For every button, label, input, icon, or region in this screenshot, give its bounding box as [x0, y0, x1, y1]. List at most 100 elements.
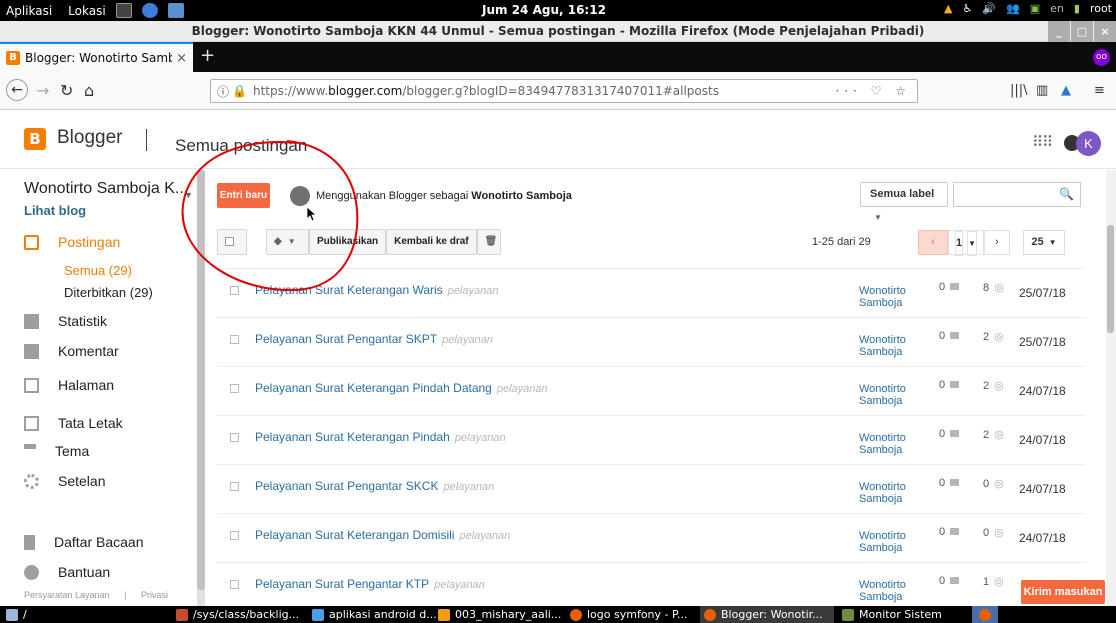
- info-icon[interactable]: ⓘ: [217, 83, 229, 100]
- comment-count[interactable]: 0: [939, 575, 960, 587]
- brand-name[interactable]: Blogger: [57, 127, 123, 149]
- row-checkbox[interactable]: [230, 384, 239, 393]
- task-image[interactable]: aplikasi android d...: [312, 606, 437, 623]
- table-row[interactable]: Pelayanan Surat Keterangan Pindah Datang…: [217, 366, 1085, 415]
- account-avatar[interactable]: K: [1076, 131, 1101, 156]
- sidebar-item-pages[interactable]: Halaman: [24, 374, 114, 396]
- task-media-player[interactable]: 003_mishary_aali...: [438, 606, 561, 623]
- reload-button[interactable]: ↻: [60, 81, 73, 100]
- post-author[interactable]: Wonotirto Samboja: [859, 383, 906, 407]
- minimize-icon[interactable]: _: [1048, 21, 1070, 42]
- user-menu[interactable]: root: [1090, 2, 1112, 15]
- post-title-link[interactable]: Pelayanan Surat Keterangan Pindah pelayan…: [255, 430, 506, 444]
- revert-to-draft-button[interactable]: Kembali ke draf: [386, 229, 477, 255]
- hamburger-menu-icon[interactable]: ≡: [1094, 83, 1105, 98]
- send-feedback-button[interactable]: Kirim masukan: [1021, 580, 1105, 604]
- table-row[interactable]: Pelayanan Surat Pengantar SKPT pelayanan W…: [217, 317, 1085, 366]
- maximize-icon[interactable]: □: [1071, 21, 1093, 42]
- comment-count[interactable]: 0: [939, 379, 960, 391]
- post-author[interactable]: Wonotirto Samboja: [859, 432, 906, 456]
- page-actions[interactable]: ··· ♡ ☆: [835, 84, 911, 98]
- previous-page-button[interactable]: ‹: [918, 230, 948, 255]
- lock-icon[interactable]: 🔒: [232, 84, 247, 98]
- post-label[interactable]: pelayanan: [434, 579, 485, 591]
- post-label[interactable]: pelayanan: [448, 285, 499, 297]
- apps-grid-icon[interactable]: ⠿⠿: [1032, 133, 1053, 151]
- row-checkbox[interactable]: [230, 531, 239, 540]
- label-filter-dropdown[interactable]: Semua label ▼: [860, 182, 948, 222]
- new-tab-button[interactable]: +: [200, 45, 215, 66]
- monitor-launcher-icon[interactable]: [167, 3, 184, 18]
- sidebar-item-posts[interactable]: Postingan: [24, 231, 120, 253]
- library-icon[interactable]: |||\: [1010, 83, 1028, 98]
- row-checkbox[interactable]: [230, 335, 239, 344]
- row-checkbox[interactable]: [230, 433, 239, 442]
- task-system-monitor[interactable]: Monitor Sistem: [842, 606, 942, 623]
- back-button[interactable]: ←: [6, 79, 28, 101]
- table-row[interactable]: Pelayanan Surat Pengantar KTP pelayanan Wo…: [217, 562, 1085, 611]
- row-checkbox[interactable]: [230, 580, 239, 589]
- sidebar-item-reading-list[interactable]: Daftar Bacaan: [24, 531, 144, 553]
- sidebar-item-stats[interactable]: Statistik: [24, 310, 107, 332]
- clock[interactable]: Jum 24 Agu, 16:12: [482, 3, 606, 17]
- post-title-link[interactable]: Pelayanan Surat Keterangan Domisili pelay…: [255, 528, 510, 542]
- page-scrollbar[interactable]: [1106, 170, 1116, 606]
- tab-blogger[interactable]: B Blogger: Wonotirto Samb ×: [0, 42, 193, 72]
- page-scroll-thumb[interactable]: [1107, 225, 1114, 333]
- post-label[interactable]: pelayanan: [443, 481, 494, 493]
- sidebar-item-all-posts[interactable]: Semua (29): [64, 263, 132, 278]
- search-posts-input[interactable]: 🔍: [953, 182, 1081, 207]
- forward-button[interactable]: →: [36, 81, 49, 100]
- keyboard-layout[interactable]: en: [1050, 2, 1064, 15]
- comment-count[interactable]: 0: [939, 330, 960, 342]
- accessibility-icon[interactable]: ♿: [962, 2, 972, 15]
- task-firefox-blogger[interactable]: Blogger: Wonotir...: [700, 606, 834, 623]
- post-author[interactable]: Wonotirto Samboja: [859, 530, 906, 554]
- post-label[interactable]: pelayanan: [459, 530, 510, 542]
- applications-menu[interactable]: Aplikasi: [6, 4, 52, 18]
- privacy-link[interactable]: Privasi: [141, 590, 168, 600]
- next-page-button[interactable]: ›: [984, 230, 1010, 255]
- post-author[interactable]: Wonotirto Samboja: [859, 481, 906, 505]
- view-blog-link[interactable]: Lihat blog: [24, 203, 86, 218]
- post-title-link[interactable]: Pelayanan Surat Keterangan Pindah Datang…: [255, 381, 548, 395]
- sidebar-item-theme[interactable]: Tema: [24, 440, 89, 462]
- sidebar-item-layout[interactable]: Tata Letak: [24, 412, 123, 434]
- post-author[interactable]: Wonotirto Samboja: [859, 579, 906, 603]
- extension-icon[interactable]: ▲: [1061, 83, 1071, 98]
- post-author[interactable]: Wonotirto Samboja: [859, 285, 906, 309]
- display-icon[interactable]: ▣: [1030, 2, 1040, 15]
- post-label[interactable]: pelayanan: [455, 432, 506, 444]
- sidebar-item-published[interactable]: Diterbitkan (29): [64, 285, 153, 300]
- page-select[interactable]: 1 ▼: [948, 230, 984, 256]
- places-menu[interactable]: Lokasi: [68, 4, 106, 18]
- sidebar-item-settings[interactable]: Setelan: [24, 470, 105, 492]
- comment-count[interactable]: 0: [939, 526, 960, 538]
- post-title-link[interactable]: Pelayanan Surat Pengantar KTP pelayanan: [255, 577, 485, 591]
- delete-button[interactable]: 🗑: [476, 229, 501, 255]
- search-icon[interactable]: 🔍: [1059, 187, 1074, 201]
- per-page-select[interactable]: 25 ▼: [1023, 230, 1065, 255]
- close-icon[interactable]: ×: [1094, 21, 1116, 42]
- home-button[interactable]: ⌂: [84, 81, 94, 100]
- terminal-icon[interactable]: [115, 3, 132, 18]
- signal-icon[interactable]: ▮: [1074, 2, 1080, 15]
- close-tab-icon[interactable]: ×: [176, 51, 187, 66]
- table-row[interactable]: Pelayanan Surat Keterangan Domisili pelay…: [217, 513, 1085, 562]
- table-row[interactable]: Pelayanan Surat Keterangan Pindah pelayan…: [217, 415, 1085, 464]
- workspace-indicator[interactable]: [972, 606, 998, 623]
- url-bar[interactable]: ⓘ 🔒 https://www.blogger.com/blogger.g?bl…: [210, 79, 918, 103]
- task-firefox-symfony[interactable]: logo symfony - P...: [570, 606, 687, 623]
- comment-count[interactable]: 0: [939, 477, 960, 489]
- people-icon[interactable]: 👥: [1006, 2, 1020, 15]
- sidebar-item-comments[interactable]: Komentar: [24, 340, 119, 362]
- post-author[interactable]: Wonotirto Samboja: [859, 334, 906, 358]
- post-label[interactable]: pelayanan: [442, 334, 493, 346]
- blog-title[interactable]: Wonotirto Samboja K...: [24, 180, 188, 198]
- blogger-logo-icon[interactable]: B: [24, 128, 46, 150]
- browser-launcher-icon[interactable]: [141, 3, 158, 18]
- terms-link[interactable]: Persyaratan Layanan: [24, 590, 110, 600]
- sidebar-item-help[interactable]: Bantuan: [24, 561, 110, 583]
- workspace-switcher[interactable]: /: [6, 606, 27, 623]
- comment-count[interactable]: 0: [939, 281, 960, 293]
